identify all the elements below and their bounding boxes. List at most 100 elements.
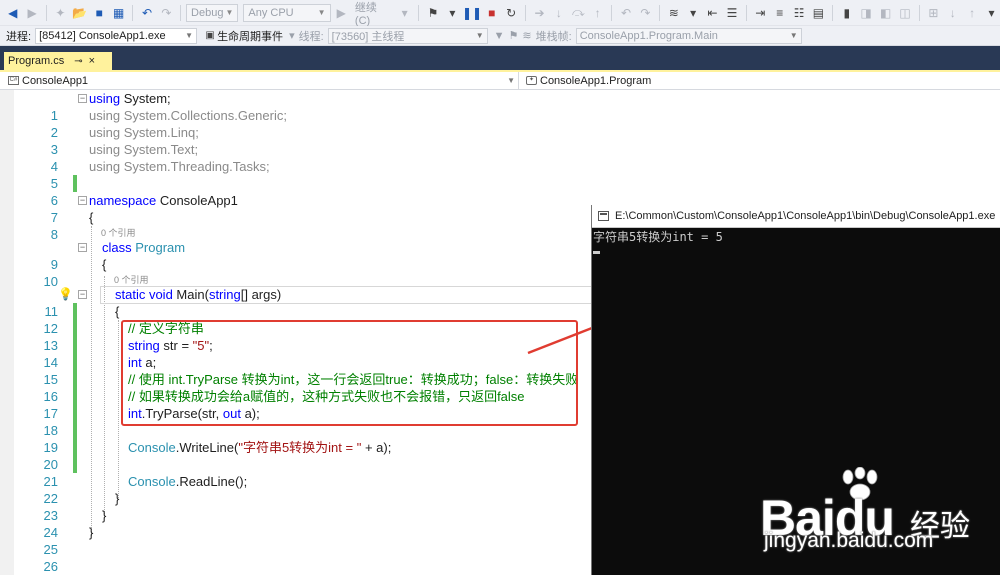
project-select[interactable]: C# ConsoleApp1 ▼ <box>4 72 519 89</box>
threads-icon[interactable]: ≋ <box>522 29 531 42</box>
clear-bookmarks-icon[interactable]: ◫ <box>896 4 913 22</box>
next-bookmark-icon[interactable]: ◧ <box>877 4 894 22</box>
code-line: 11 − static void Main(string[] args) <box>0 286 600 319</box>
change-marker <box>73 456 77 473</box>
navigation-bar: C# ConsoleApp1 ▼ ✦ ConsoleApp1.Program <box>0 72 1000 90</box>
code-text: { <box>89 210 94 225</box>
code-line: 10 { <box>0 256 600 289</box>
code-line: 2 using System.Collections.Generic; <box>0 107 600 140</box>
csharp-project-icon: C# <box>8 76 19 85</box>
chevron-down-icon: ▼ <box>507 76 515 85</box>
forward-nav-icon[interactable]: ↷ <box>637 4 654 22</box>
lifecycle-events-button[interactable]: 生命周期事件 <box>217 28 283 44</box>
console-app-icon <box>598 211 609 221</box>
change-marker <box>73 388 77 405</box>
fold-toggle[interactable]: − <box>78 196 87 205</box>
dropdown-icon[interactable]: ▾ <box>289 29 295 42</box>
close-icon[interactable]: × <box>89 55 95 67</box>
document-tab-strip: Program.cs ⊸ × <box>0 46 1000 70</box>
pin-icon[interactable]: ⊸ <box>74 56 82 67</box>
stackframe-select[interactable]: ConsoleApp1.Program.Main ▼ <box>575 27 802 44</box>
class-icon: ✦ <box>526 76 537 85</box>
code-text: ConsoleApp1 <box>156 193 238 208</box>
filter-icon[interactable]: ▼ <box>494 30 505 42</box>
pause-icon[interactable]: ❚❚ <box>462 4 482 22</box>
continue-button[interactable]: 继续(C) <box>352 0 394 27</box>
fold-toggle[interactable]: − <box>78 94 87 103</box>
dropdown-icon[interactable]: ▾ <box>396 4 413 22</box>
separator <box>611 4 613 21</box>
separator <box>659 4 661 21</box>
step-out-icon[interactable]: ↑ <box>589 4 606 22</box>
up-arrow-icon[interactable]: ↑ <box>963 4 980 22</box>
keyword: using <box>89 91 121 106</box>
down-arrow-icon[interactable]: ↓ <box>944 4 961 22</box>
change-marker <box>73 337 77 354</box>
outdent-icon[interactable]: ⇥ <box>752 4 769 22</box>
code-text-unused: using System.Text; <box>89 142 199 157</box>
line-number: 26 <box>43 559 58 574</box>
play-icon[interactable]: ▶ <box>333 4 350 22</box>
separator <box>918 4 920 21</box>
method-name: Main( <box>172 287 209 302</box>
format-icon[interactable]: ⇤ <box>704 4 721 22</box>
thread-label: 线程: <box>298 30 324 43</box>
restart-icon[interactable]: ↻ <box>502 4 519 22</box>
fold-toggle[interactable]: − <box>78 243 87 252</box>
redo-icon[interactable]: ↷ <box>158 4 175 22</box>
thread-icon[interactable]: ≋ <box>665 4 682 22</box>
new-project-icon[interactable]: ✦ <box>52 4 69 22</box>
codelens-references[interactable]: 0 个引用 <box>114 274 149 286</box>
dropdown-icon[interactable]: ▾ <box>444 4 461 22</box>
indent-icon[interactable]: ☰ <box>723 4 740 22</box>
back-icon[interactable]: ◀ <box>4 4 21 22</box>
console-title: E:\Common\Custom\ConsoleApp1\ConsoleApp1… <box>615 210 996 222</box>
separator <box>832 4 834 21</box>
flag-icon[interactable]: ⚑ <box>509 29 519 42</box>
stop-icon[interactable]: ■ <box>483 4 500 22</box>
code-line: 9 − class Program <box>0 239 600 272</box>
bookmark-icon[interactable]: ▮ <box>838 4 855 22</box>
code-line: 24 } <box>0 507 600 540</box>
save-icon[interactable]: ■ <box>91 4 108 22</box>
separator <box>132 4 134 21</box>
type-select[interactable]: ✦ ConsoleApp1.Program <box>522 72 1000 89</box>
code-text: [] args) <box>240 287 282 302</box>
separator <box>45 4 47 21</box>
type-value: ConsoleApp1.Program <box>540 74 652 87</box>
codelens-references[interactable]: 0 个引用 <box>101 227 136 239</box>
code-line: 1 − using System; <box>0 90 600 123</box>
forward-icon[interactable]: ▶ <box>23 4 40 22</box>
save-all-icon[interactable]: ▦ <box>110 4 127 22</box>
thread-select[interactable]: [73560] 主线程 ▼ <box>327 27 488 44</box>
show-next-statement-icon[interactable]: ➔ <box>531 4 548 22</box>
code-line: 5 using System.Threading.Tasks; <box>0 158 600 191</box>
solution-config-select[interactable]: Debug ▼ <box>186 3 239 22</box>
code-text: { <box>102 257 107 272</box>
open-file-icon[interactable]: 📂 <box>71 4 88 22</box>
back-nav-icon[interactable]: ↶ <box>617 4 634 22</box>
fold-toggle[interactable]: − <box>78 290 87 299</box>
tab-program-cs[interactable]: Program.cs ⊸ × <box>4 52 112 70</box>
undo-icon[interactable]: ↶ <box>138 4 155 22</box>
diagnostics-icon[interactable]: ⚑ <box>424 4 441 22</box>
code-text: + a); <box>361 440 392 455</box>
step-into-icon[interactable]: ↓ <box>550 4 567 22</box>
string-literal: "字符串5转换为int = " <box>238 440 362 455</box>
console-title-bar[interactable]: E:\Common\Custom\ConsoleApp1\ConsoleApp1… <box>592 205 1000 228</box>
lifecycle-icon[interactable]: ▣ <box>203 29 217 43</box>
prev-bookmark-icon[interactable]: ◨ <box>858 4 875 22</box>
process-select[interactable]: [85412] ConsoleApp1.exe ▼ <box>35 27 198 44</box>
uncomment-icon[interactable]: ☷ <box>790 4 807 22</box>
step-over-icon[interactable]: ⤼ <box>570 4 587 22</box>
annotation-highlight-box <box>121 320 578 426</box>
change-marker <box>73 371 77 388</box>
dropdown-icon[interactable]: ▾ <box>983 4 1000 22</box>
code-text: .WriteLine( <box>175 440 239 455</box>
comment-icon[interactable]: ≡ <box>771 4 788 22</box>
capture-icon[interactable]: ⊞ <box>925 4 942 22</box>
table-icon[interactable]: ▤ <box>810 4 827 22</box>
platform-select[interactable]: Any CPU ▼ <box>243 3 331 22</box>
dropdown-icon[interactable]: ▾ <box>684 4 701 22</box>
chevron-down-icon: ▼ <box>225 7 234 17</box>
